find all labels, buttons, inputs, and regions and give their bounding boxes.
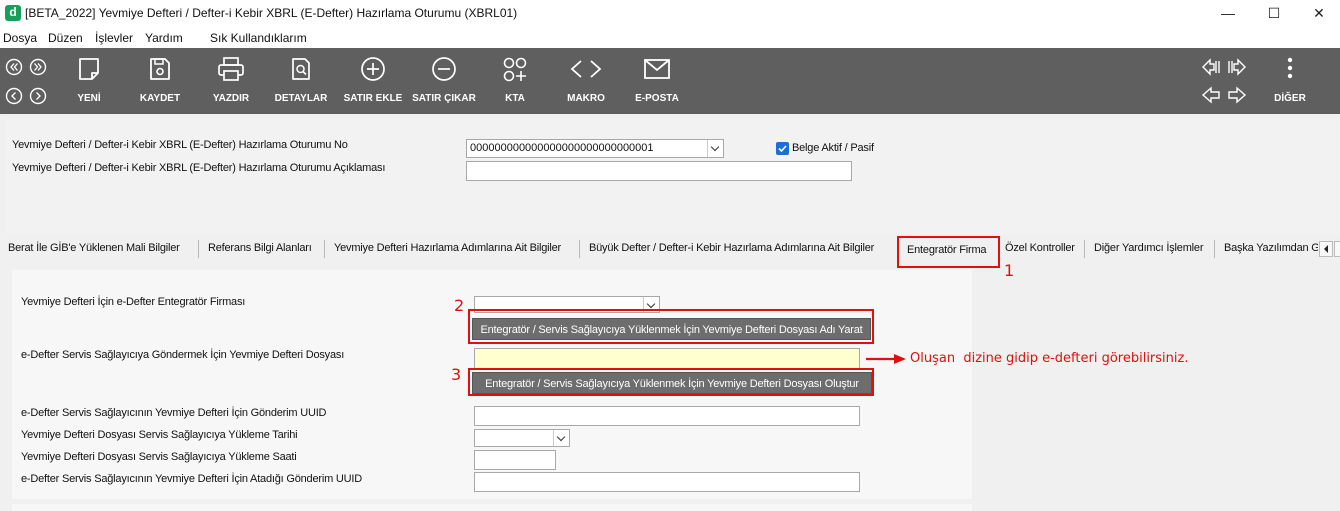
active-label: Belge Aktif / Pasif (792, 142, 874, 154)
menu-file[interactable]: Dosya (3, 31, 37, 45)
caret-left-icon (1324, 245, 1328, 253)
upload-time-input[interactable] (474, 450, 556, 470)
chevron-down-icon[interactable] (553, 430, 569, 446)
email-button[interactable]: E-POSTA (632, 48, 682, 114)
menu-favorites[interactable]: Sık Kullandıklarım (210, 31, 307, 45)
bottom-panel (12, 504, 972, 511)
uuid-label: e-Defter Servis Sağlayıcının Yevmiye Def… (21, 407, 327, 419)
menu-functions[interactable]: İşlevler (95, 31, 133, 45)
kta-label: KTA (505, 93, 525, 104)
scroll-first-last-icon[interactable] (1200, 57, 1248, 77)
app-logo-icon: d (5, 5, 21, 21)
tab-separator (1214, 240, 1215, 258)
close-button[interactable]: ✕ (1296, 0, 1340, 26)
more-vertical-icon (1287, 57, 1293, 79)
remove-row-label: SATIR ÇIKAR (412, 93, 476, 104)
file-label: e-Defter Servis Sağlayıcıya Göndermek İç… (21, 349, 345, 361)
menu-edit[interactable]: Düzen (48, 31, 83, 45)
plus-circle-icon (361, 57, 385, 81)
more-button[interactable]: DİĞER (1270, 48, 1310, 114)
tab-scroll-right-button[interactable] (1334, 241, 1340, 257)
tab-other-software[interactable]: Başka Yazılımdan G (1224, 242, 1318, 254)
save-icon (150, 58, 170, 80)
kta-button[interactable]: KTA (495, 48, 535, 114)
file-input[interactable] (474, 348, 860, 369)
next-record-icon[interactable] (29, 87, 47, 105)
previous-record-icon[interactable] (5, 87, 23, 105)
upload-date-picker[interactable] (474, 429, 570, 447)
assigned-uuid-input[interactable] (474, 472, 860, 492)
highlight-create-name-button (468, 309, 874, 344)
macro-label: MAKRO (567, 93, 605, 104)
tab-scroll-left-button[interactable] (1319, 241, 1333, 257)
print-button[interactable]: YAZDIR (206, 48, 256, 114)
remove-row-button[interactable]: SATIR ÇIKAR (410, 48, 478, 114)
mail-icon (644, 59, 670, 79)
email-label: E-POSTA (635, 93, 679, 104)
session-desc-input[interactable] (466, 161, 852, 181)
highlight-create-file-button (468, 368, 874, 396)
tab-special-controls[interactable]: Özel Kontroller (1005, 242, 1075, 254)
new-button[interactable]: YENİ (66, 48, 112, 114)
uuid-input[interactable] (474, 406, 860, 426)
session-no-dropdown[interactable]: 000000000000000000000000000001 (466, 139, 724, 158)
annotation-note: Oluşan dizine gidip e-defteri görebilirs… (910, 351, 1189, 366)
minus-circle-icon (432, 57, 456, 81)
tab-separator (324, 240, 325, 258)
integrator-label: Yevmiye Defteri İçin e-Defter Entegratör… (21, 296, 246, 308)
add-row-label: SATIR EKLE (343, 93, 403, 104)
check-icon (778, 145, 787, 153)
add-row-button[interactable]: SATIR EKLE (342, 48, 404, 114)
details-button[interactable]: DETAYLAR (272, 48, 330, 114)
scroll-prev-next-icon[interactable] (1200, 85, 1248, 105)
window-title: [BETA_2022] Yevmiye Defteri / Defter-i K… (25, 6, 518, 20)
code-icon (570, 60, 602, 78)
session-no-label: Yevmiye Defteri / Defter-i Kebir XBRL (E… (12, 139, 348, 151)
print-label: YAZDIR (212, 93, 250, 104)
highlight-tab-integrator (897, 236, 1000, 268)
menu-bar: Dosya Düzen İşlevler Yardım Sık Kullandı… (0, 26, 1340, 48)
kta-icon (503, 57, 527, 82)
details-label: DETAYLAR (274, 93, 328, 104)
toolbar: YENİ KAYDET YAZDIR DETAYLAR SATIR EKLE S… (0, 48, 1340, 114)
annotation-number-3: 3 (451, 365, 462, 384)
tab-bar: Berat İle GİB'e Yüklenen Mali Bilgiler R… (0, 234, 1340, 270)
upload-time-label: Yevmiye Defteri Dosyası Servis Sağlayıcı… (21, 451, 297, 463)
tab-reference[interactable]: Referans Bilgi Alanları (208, 242, 312, 254)
tab-separator (579, 240, 580, 258)
first-record-icon[interactable] (5, 58, 23, 76)
macro-button[interactable]: MAKRO (560, 48, 612, 114)
tab-separator (1084, 240, 1085, 258)
tab-ledger-steps[interactable]: Büyük Defter / Defter-i Kebir Hazırlama … (589, 242, 874, 254)
minimize-button[interactable]: — (1205, 0, 1251, 26)
maximize-button[interactable]: ☐ (1251, 0, 1297, 26)
chevron-down-icon[interactable] (707, 140, 723, 157)
annotation-number-2: 2 (454, 296, 465, 315)
session-desc-label: Yevmiye Defteri / Defter-i Kebir XBRL (E… (12, 162, 386, 174)
new-label: YENİ (77, 93, 101, 104)
assigned-uuid-label: e-Defter Servis Sağlayıcının Yevmiye Def… (21, 473, 363, 485)
annotation-number-1: 1 (1004, 261, 1015, 280)
upload-date-label: Yevmiye Defteri Dosyası Servis Sağlayıcı… (21, 429, 298, 441)
tab-helper-ops[interactable]: Diğer Yardımcı İşlemler (1094, 242, 1204, 254)
save-label: KAYDET (139, 93, 181, 104)
active-checkbox[interactable] (776, 142, 789, 155)
save-button[interactable]: KAYDET (134, 48, 186, 114)
session-no-value: 000000000000000000000000000001 (470, 142, 654, 154)
tab-separator (198, 240, 199, 258)
tab-berat[interactable]: Berat İle GİB'e Yüklenen Mali Bilgiler (8, 242, 180, 254)
title-bar: d [BETA_2022] Yevmiye Defteri / Defter-i… (0, 0, 1340, 26)
new-document-icon (79, 58, 99, 80)
details-icon (292, 58, 310, 80)
annotation-arrow-icon (866, 354, 906, 364)
printer-icon (218, 57, 244, 81)
menu-help[interactable]: Yardım (145, 31, 183, 45)
last-record-icon[interactable] (29, 58, 47, 76)
more-label: DİĞER (1274, 93, 1306, 104)
tab-journal-steps[interactable]: Yevmiye Defteri Hazırlama Adımlarına Ait… (334, 242, 561, 254)
